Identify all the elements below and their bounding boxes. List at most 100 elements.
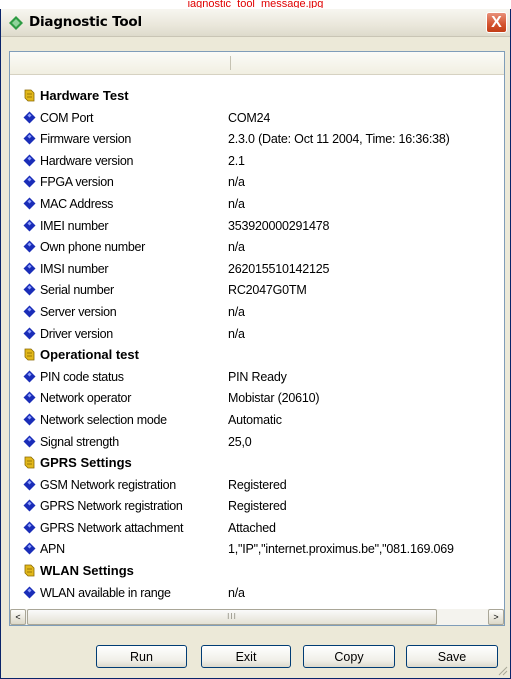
list-item[interactable]: GSM Network registration Registered bbox=[10, 474, 504, 496]
list-item[interactable]: Driver version n/a bbox=[10, 323, 504, 345]
item-value: PIN Ready bbox=[228, 369, 287, 384]
list-item[interactable]: COM Port COM24 bbox=[10, 107, 504, 129]
list-item[interactable]: IMEI number 353920000291478 bbox=[10, 215, 504, 237]
list-item[interactable]: WLAN available in range n/a bbox=[10, 582, 504, 604]
list-item[interactable]: Hardware version 2.1 bbox=[10, 150, 504, 172]
save-button[interactable]: Save bbox=[406, 645, 498, 668]
blue-diamond-icon bbox=[23, 111, 36, 124]
item-label: Network operator bbox=[40, 391, 132, 406]
item-value: n/a bbox=[228, 240, 245, 255]
item-value: Registered bbox=[228, 499, 287, 514]
blue-diamond-icon bbox=[23, 175, 36, 188]
item-label: Server version bbox=[40, 304, 117, 319]
diagnostic-tool-window: Diagnostic Tool X Hardware Test COM Port C… bbox=[0, 9, 511, 679]
button-bar: Run Exit Copy Save bbox=[1, 645, 510, 675]
scroll-left-button[interactable]: < bbox=[10, 609, 26, 625]
item-label: COM Port bbox=[40, 110, 94, 125]
app-diamond-icon bbox=[9, 16, 23, 30]
item-label: Firmware version bbox=[40, 132, 132, 147]
item-label: IMEI number bbox=[40, 218, 109, 233]
blue-diamond-icon bbox=[23, 327, 36, 340]
item-value: 353920000291478 bbox=[228, 218, 330, 233]
list-item[interactable]: IMSI number 262015510142125 bbox=[10, 258, 504, 280]
section-header-row[interactable]: GPRS Settings bbox=[10, 452, 504, 474]
list-item[interactable]: FPGA version n/a bbox=[10, 171, 504, 193]
item-value: COM24 bbox=[228, 110, 271, 125]
item-value: Registered bbox=[228, 477, 287, 492]
blue-diamond-icon bbox=[23, 283, 36, 296]
scroll-right-button[interactable]: > bbox=[488, 609, 504, 625]
item-value: RC2047G0TM bbox=[228, 283, 307, 298]
scroll-thumb[interactable]: III bbox=[27, 609, 437, 625]
list-item[interactable]: Server version n/a bbox=[10, 301, 504, 323]
top-file-caption: iagnostic_tool_message.jpg bbox=[187, 0, 324, 8]
resize-grip-icon[interactable] bbox=[496, 664, 508, 676]
item-label: Network selection mode bbox=[40, 412, 167, 427]
item-label: Own phone number bbox=[40, 240, 145, 255]
item-label: WLAN available in range bbox=[40, 585, 171, 600]
title-bar[interactable]: Diagnostic Tool X bbox=[1, 9, 510, 37]
item-label: Serial number bbox=[40, 283, 114, 298]
list-item[interactable]: Network operator Mobistar (20610) bbox=[10, 387, 504, 409]
exit-button[interactable]: Exit bbox=[201, 645, 291, 668]
item-value: 262015510142125 bbox=[228, 261, 330, 276]
section-title: Operational test bbox=[40, 347, 139, 363]
item-label: Signal strength bbox=[40, 434, 119, 449]
section-tag-icon bbox=[24, 456, 35, 469]
list-item[interactable]: Signal strength 25,0 bbox=[10, 431, 504, 453]
column-separator[interactable] bbox=[230, 56, 231, 70]
list-rows: Hardware Test COM Port COM24 Firmware versi… bbox=[10, 85, 504, 603]
item-label: FPGA version bbox=[40, 175, 114, 190]
blue-diamond-icon bbox=[23, 499, 36, 512]
blue-diamond-icon bbox=[23, 413, 36, 426]
close-button[interactable]: X bbox=[486, 12, 507, 33]
blue-diamond-icon bbox=[23, 521, 36, 534]
list-item[interactable]: Network selection mode Automatic bbox=[10, 409, 504, 431]
blue-diamond-icon bbox=[23, 262, 36, 275]
item-label: MAC Address bbox=[40, 196, 114, 211]
item-label: IMSI number bbox=[40, 261, 109, 276]
item-label: GSM Network registration bbox=[40, 477, 176, 492]
item-value: Mobistar (20610) bbox=[228, 391, 320, 406]
list-item[interactable]: APN 1,"IP","internet.proximus.be","081.16… bbox=[10, 538, 504, 560]
blue-diamond-icon bbox=[23, 197, 36, 210]
blue-diamond-icon bbox=[23, 542, 36, 555]
list-item[interactable]: GPRS Network attachment Attached bbox=[10, 517, 504, 539]
blue-diamond-icon bbox=[23, 586, 36, 599]
diagnostic-list[interactable]: Hardware Test COM Port COM24 Firmware versi… bbox=[9, 51, 505, 611]
section-title: GPRS Settings bbox=[40, 455, 132, 471]
section-title: Hardware Test bbox=[40, 88, 129, 103]
list-item[interactable]: Serial number RC2047G0TM bbox=[10, 279, 504, 301]
blue-diamond-icon bbox=[23, 240, 36, 253]
run-button[interactable]: Run bbox=[96, 645, 187, 668]
section-title: WLAN Settings bbox=[40, 563, 134, 579]
blue-diamond-icon bbox=[23, 219, 36, 232]
item-value: Automatic bbox=[228, 412, 282, 427]
item-label: Driver version bbox=[40, 326, 113, 341]
list-item[interactable]: Firmware version 2.3.0 (Date: Oct 11 2004… bbox=[10, 128, 504, 150]
item-value: n/a bbox=[228, 326, 245, 341]
list-item[interactable]: MAC Address n/a bbox=[10, 193, 504, 215]
list-item[interactable]: GPRS Network registration Registered bbox=[10, 495, 504, 517]
section-header-row[interactable]: WLAN Settings bbox=[10, 560, 504, 582]
blue-diamond-icon bbox=[23, 132, 36, 145]
item-value: n/a bbox=[228, 196, 245, 211]
item-value: 25,0 bbox=[228, 434, 252, 449]
item-value: 1,"IP","internet.proximus.be","081.169.0… bbox=[228, 542, 454, 557]
item-label: GPRS Network registration bbox=[40, 499, 183, 514]
blue-diamond-icon bbox=[23, 478, 36, 491]
copy-button[interactable]: Copy bbox=[303, 645, 395, 668]
list-item[interactable]: Own phone number n/a bbox=[10, 236, 504, 258]
blue-diamond-icon bbox=[23, 305, 36, 318]
list-item[interactable]: PIN code status PIN Ready bbox=[10, 366, 504, 388]
blue-diamond-icon bbox=[23, 154, 36, 167]
item-label: PIN code status bbox=[40, 369, 124, 384]
blue-diamond-icon bbox=[23, 435, 36, 447]
section-header-row[interactable]: Operational test bbox=[10, 344, 504, 366]
item-value: n/a bbox=[228, 304, 245, 319]
horizontal-scrollbar[interactable]: < III > bbox=[9, 609, 505, 626]
section-header-row[interactable]: Hardware Test bbox=[10, 85, 504, 107]
item-label: Hardware version bbox=[40, 153, 134, 168]
item-value: 2.3.0 (Date: Oct 11 2004, Time: 16:36:38… bbox=[228, 132, 450, 147]
item-label: APN bbox=[40, 542, 65, 557]
